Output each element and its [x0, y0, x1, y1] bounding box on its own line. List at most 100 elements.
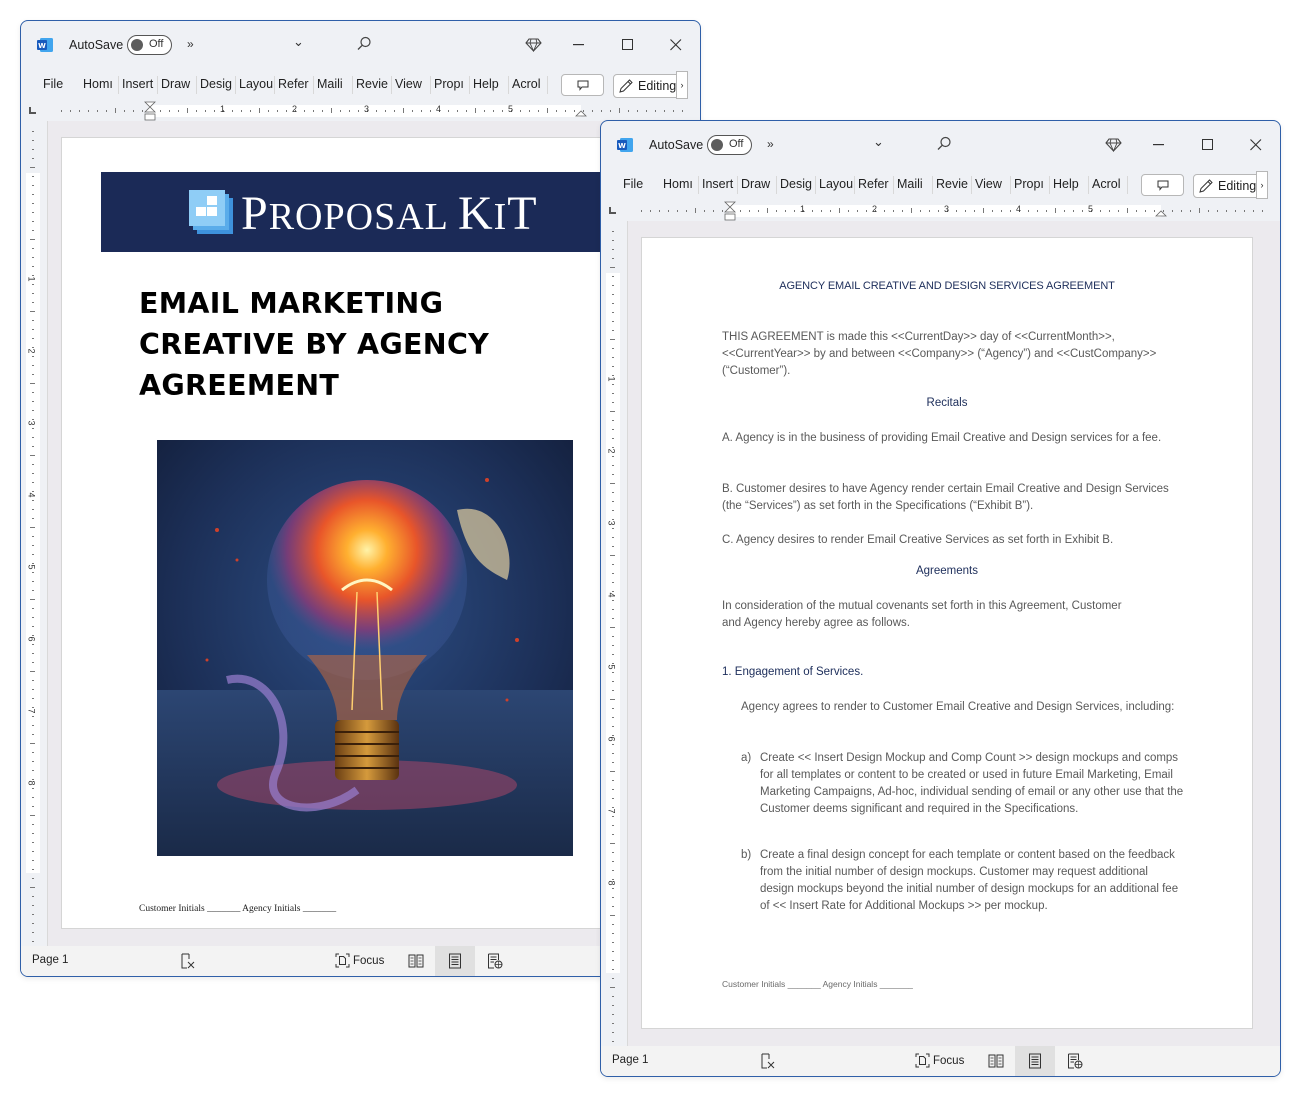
tab-home[interactable]: Homı: [83, 77, 117, 91]
ruler-tick: [612, 1005, 614, 1006]
tab-help[interactable]: Help: [473, 77, 507, 91]
document-page[interactable]: AGENCY EMAIL CREATIVE AND DESIGN SERVICE…: [641, 237, 1253, 1029]
tab-acrobat[interactable]: Acrol: [1092, 177, 1126, 191]
proofing-icon[interactable]: [180, 953, 196, 969]
focus-mode-button[interactable]: Focus: [915, 1053, 964, 1068]
tab-review[interactable]: Revie: [936, 177, 970, 191]
focus-mode-button[interactable]: Focus: [335, 953, 384, 968]
ruler-tick: [32, 248, 34, 249]
tab-home[interactable]: Homı: [663, 177, 697, 191]
premium-diamond-icon[interactable]: [525, 36, 542, 53]
search-icon[interactable]: [355, 35, 373, 53]
ruler-tick: [30, 311, 35, 312]
ruler-tick: [612, 465, 614, 466]
tab-design[interactable]: Desig: [780, 177, 814, 191]
page-indicator[interactable]: Page 1: [612, 1054, 648, 1066]
comments-button[interactable]: [561, 74, 604, 96]
ruler-tick: [250, 110, 251, 112]
ruler-tick: [612, 960, 614, 961]
ruler-tick: [974, 210, 975, 212]
minimize-button[interactable]: [1144, 131, 1174, 159]
ribbon-expand-button[interactable]: ›: [1256, 171, 1268, 199]
horizontal-ruler[interactable]: 1 2 3 4 5: [21, 101, 700, 121]
tab-mailings[interactable]: Maili: [897, 177, 931, 191]
tab-stop-selector[interactable]: [29, 107, 36, 114]
tab-insert[interactable]: Insert: [702, 177, 736, 191]
ruler-tick: [612, 861, 614, 862]
premium-diamond-icon[interactable]: [1105, 136, 1122, 153]
tab-acrobat[interactable]: Acrol: [512, 77, 546, 91]
ruler-tick: [612, 249, 614, 250]
ruler-tick: [695, 208, 696, 213]
autosave-toggle[interactable]: Off: [127, 35, 172, 55]
ruler-tick: [785, 210, 786, 212]
horizontal-ruler[interactable]: 1 2 3 4 5: [601, 201, 1280, 221]
tab-insert[interactable]: Insert: [122, 77, 156, 91]
chevron-down-icon[interactable]: ⌄: [873, 134, 884, 150]
print-layout-icon[interactable]: [1027, 1053, 1043, 1069]
ruler-tick: [612, 681, 614, 682]
ruler-tick: [32, 752, 34, 753]
tab-draw[interactable]: Draw: [161, 77, 195, 91]
more-commands-button[interactable]: »: [767, 137, 774, 151]
ribbon-expand-button[interactable]: ›: [676, 71, 688, 99]
tab-help[interactable]: Help: [1053, 177, 1087, 191]
tab-references[interactable]: Refer: [278, 77, 312, 91]
right-indent-marker[interactable]: [575, 109, 587, 117]
right-indent-marker[interactable]: [1155, 209, 1167, 217]
indent-marker[interactable]: [144, 101, 156, 122]
indent-marker[interactable]: [724, 201, 736, 222]
print-layout-icon[interactable]: [447, 953, 463, 969]
tab-mailings[interactable]: Maili: [317, 77, 351, 91]
chevron-down-icon[interactable]: ⌄: [293, 34, 304, 50]
ruler-tick: [612, 429, 614, 430]
status-bar: Page 1 Focus: [601, 1046, 1280, 1076]
read-mode-icon[interactable]: [408, 953, 424, 969]
ruler-tick: [32, 734, 34, 735]
close-button[interactable]: [1241, 131, 1271, 159]
tab-view[interactable]: View: [975, 177, 1009, 191]
tab-file[interactable]: File: [43, 77, 65, 91]
list-item-text: Create << Insert Design Mockup and Comp …: [760, 752, 1184, 815]
list-item-text: Create a final design concept for each t…: [760, 849, 1179, 912]
ruler-tick: [160, 110, 161, 112]
close-button[interactable]: [661, 31, 691, 59]
word-window-cover: W AutoSave Off » ⌄ File Homı Insert Draw…: [20, 20, 701, 977]
ruler-tick: [1262, 210, 1263, 212]
web-layout-icon[interactable]: [487, 953, 503, 969]
web-layout-icon[interactable]: [1067, 1053, 1083, 1069]
editing-mode-button[interactable]: Editing: [613, 74, 685, 98]
proofing-icon[interactable]: [760, 1053, 776, 1069]
tab-properties[interactable]: Propı: [434, 77, 468, 91]
vertical-ruler[interactable]: 1 2 3 4 5 6 7 8: [601, 221, 625, 1051]
ruler-tick: [142, 110, 143, 112]
tab-design[interactable]: Desig: [200, 77, 234, 91]
autosave-toggle[interactable]: Off: [707, 135, 752, 155]
search-icon[interactable]: [935, 135, 953, 153]
tab-draw[interactable]: Draw: [741, 177, 775, 191]
document-canvas[interactable]: AGENCY EMAIL CREATIVE AND DESIGN SERVICE…: [627, 221, 1280, 1047]
read-mode-icon[interactable]: [988, 1053, 1004, 1069]
tab-view[interactable]: View: [395, 77, 429, 91]
ruler-tick: [592, 110, 593, 112]
page-indicator[interactable]: Page 1: [32, 954, 68, 966]
maximize-button[interactable]: [613, 31, 643, 59]
maximize-button[interactable]: [1193, 131, 1223, 159]
tab-layout[interactable]: Layou: [819, 177, 853, 191]
ruler-tick: [32, 464, 34, 465]
editing-mode-button[interactable]: Editing: [1193, 174, 1265, 198]
tab-references[interactable]: Refer: [858, 177, 892, 191]
tab-stop-selector[interactable]: [609, 207, 616, 214]
comments-button[interactable]: [1141, 174, 1184, 196]
tab-review[interactable]: Revie: [356, 77, 390, 91]
more-commands-button[interactable]: »: [187, 37, 194, 51]
minimize-button[interactable]: [564, 31, 594, 59]
tab-layout[interactable]: Layou: [239, 77, 273, 91]
tab-properties[interactable]: Propı: [1014, 177, 1048, 191]
tab-divider: [776, 176, 777, 194]
ruler-number: 5: [1088, 204, 1094, 214]
status-bar: Page 1 Focus: [21, 946, 700, 976]
tab-file[interactable]: File: [623, 177, 645, 191]
ruler-tick: [313, 110, 314, 112]
vertical-ruler[interactable]: 1 2 3 4 5 6 7 8: [21, 121, 45, 951]
